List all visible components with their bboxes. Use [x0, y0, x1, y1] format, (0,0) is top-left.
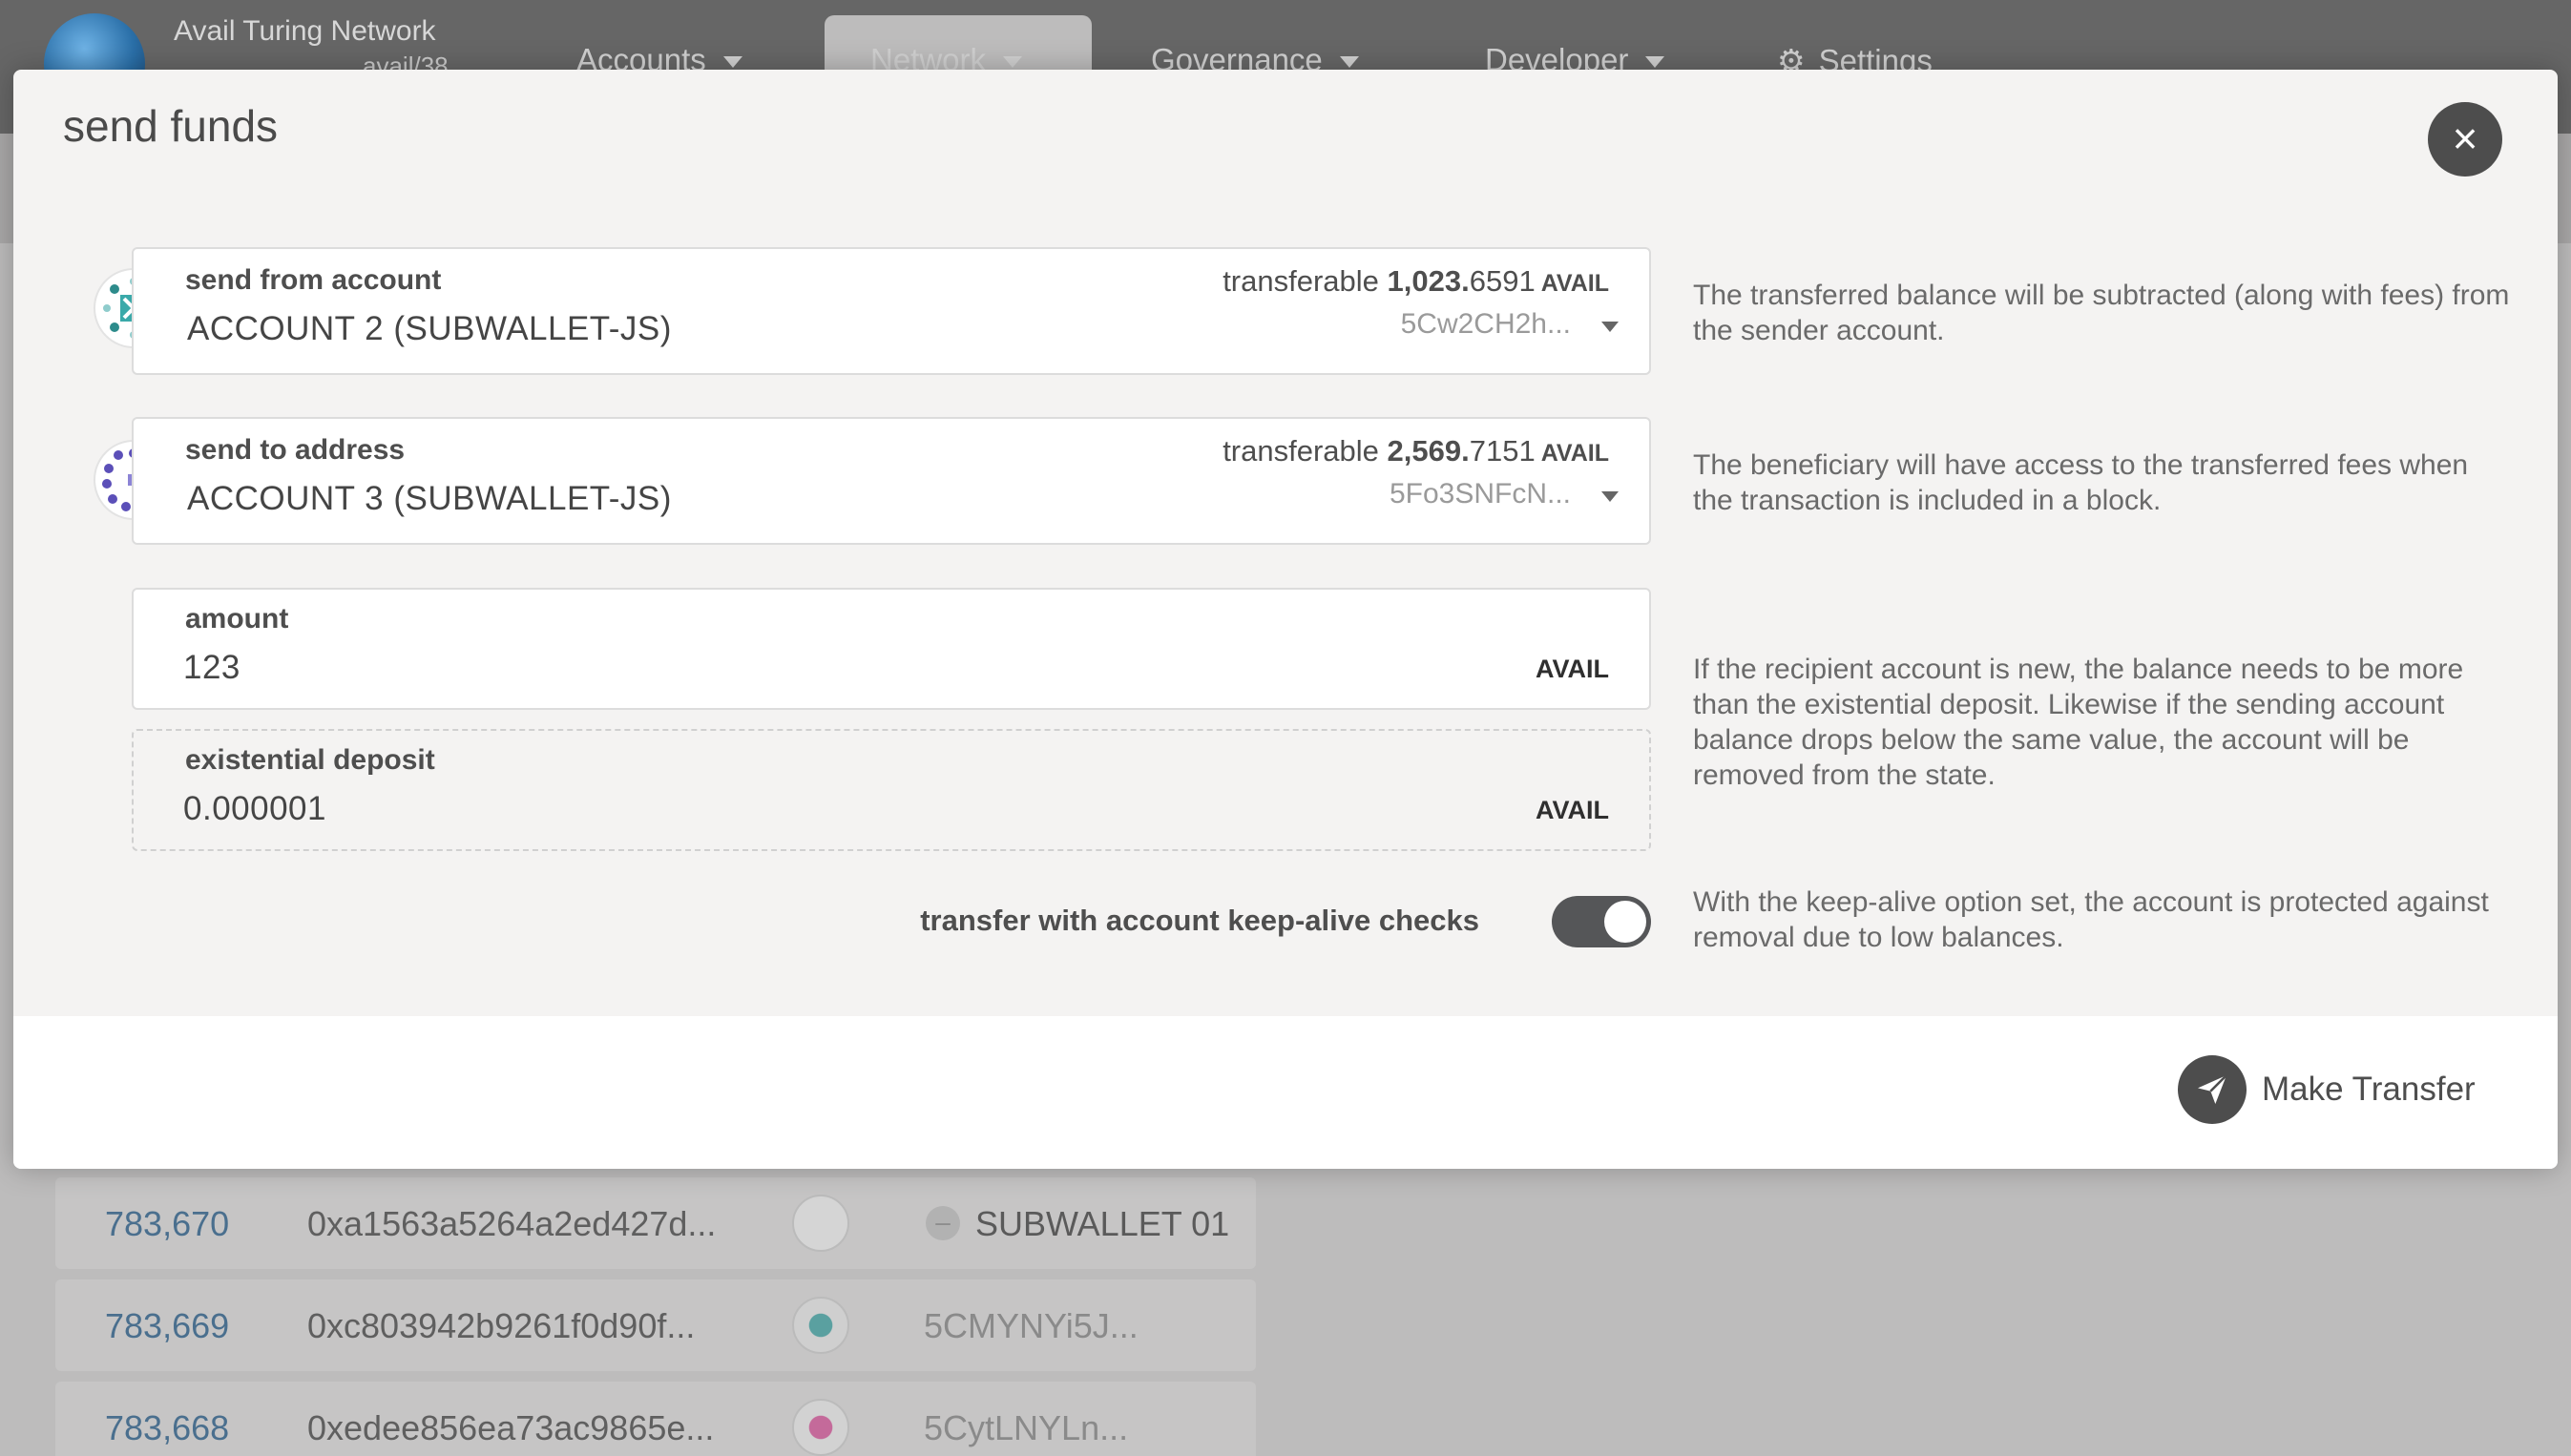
keep-alive-toggle[interactable]: [1552, 896, 1651, 947]
transferable-dec: 6591: [1469, 264, 1536, 298]
sender-account-name: ACCOUNT 2 (SUBWALLET-JS): [187, 310, 672, 347]
keep-alive-help-text: With the keep-alive option set, the acco…: [1693, 886, 2489, 953]
chain-name: Avail Turing Network: [174, 15, 436, 47]
sender-help-text: The transferred balance will be subtract…: [1693, 280, 2510, 346]
recipient-account-select[interactable]: send to address ACCOUNT 3 (SUBWALLET-JS)…: [132, 417, 1651, 545]
recipient-account-name: ACCOUNT 3 (SUBWALLET-JS): [187, 480, 672, 517]
make-transfer-button[interactable]: Make Transfer: [2178, 1054, 2476, 1125]
chevron-down-icon: [1645, 56, 1665, 69]
chevron-down-icon[interactable]: [1601, 491, 1619, 502]
extrinsic-hash: 0xedee856ea73ac9865e...: [307, 1408, 715, 1447]
sender-address: 5Cw2CH2h...: [1400, 308, 1571, 340]
close-icon: ×: [2452, 114, 2478, 163]
account-address[interactable]: 5CMYNYi5J...: [924, 1306, 1139, 1346]
existential-deposit-label: existential deposit: [185, 744, 435, 776]
chevron-down-icon: [1003, 56, 1023, 69]
send-funds-modal: send funds × send from account ACCOUNT 2…: [13, 70, 2558, 1169]
identicon-icon: [792, 1297, 849, 1354]
recipient-label: send to address: [185, 434, 406, 466]
sender-label: send from account: [185, 264, 442, 296]
close-button[interactable]: ×: [2428, 102, 2502, 177]
transferable-dec: 7151: [1469, 434, 1536, 468]
table-row[interactable]: 783,670 0xa1563a5264a2ed427d... – SUBWAL…: [55, 1177, 1256, 1269]
existential-deposit-unit: AVAIL: [1536, 796, 1609, 824]
block-number[interactable]: 783,668: [105, 1408, 229, 1448]
amount-input[interactable]: amount 123 AVAIL: [132, 588, 1651, 710]
table-row[interactable]: 783,669 0xc803942b9261f0d90f... 5CMYNYi5…: [55, 1279, 1256, 1371]
transferable-unit: AVAIL: [1540, 270, 1609, 297]
amount-value[interactable]: 123: [183, 649, 240, 687]
transferable-unit: AVAIL: [1540, 440, 1609, 467]
account-name[interactable]: SUBWALLET 01: [975, 1204, 1229, 1244]
modal-title: send funds: [63, 101, 279, 151]
chevron-down-icon: [1339, 56, 1359, 69]
sender-account-select[interactable]: send from account ACCOUNT 2 (SUBWALLET-J…: [132, 247, 1651, 375]
recipient-address: 5Fo3SNFcN...: [1389, 478, 1571, 510]
existential-deposit-help-text: If the recipient account is new, the bal…: [1693, 654, 2464, 791]
existential-deposit-field: existential deposit 0.000001 AVAIL: [132, 729, 1651, 851]
transferable-int: 1,023.: [1387, 264, 1470, 298]
table-row[interactable]: 783,668 0xedee856ea73ac9865e... 5CytLNYL…: [55, 1382, 1256, 1456]
amount-unit: AVAIL: [1536, 655, 1609, 683]
identicon-icon: [792, 1399, 849, 1456]
minus-icon: –: [926, 1206, 960, 1240]
extrinsic-hash: 0xc803942b9261f0d90f...: [307, 1306, 696, 1345]
modal-footer: Make Transfer: [13, 1016, 2558, 1169]
block-number[interactable]: 783,670: [105, 1204, 229, 1244]
sender-transferable: transferable 1,023.6591 AVAIL: [1223, 264, 1609, 299]
paper-plane-icon: [2178, 1055, 2247, 1124]
identicon-icon: [792, 1195, 849, 1252]
keep-alive-label: transfer with account keep-alive checks: [920, 904, 1479, 937]
amount-label: amount: [185, 603, 289, 634]
recipient-help-text: The beneficiary will have access to the …: [1693, 449, 2469, 516]
chevron-down-icon: [722, 56, 742, 69]
transferable-label: transferable: [1223, 264, 1379, 298]
account-address[interactable]: 5CytLNYLn...: [924, 1408, 1128, 1448]
block-number[interactable]: 783,669: [105, 1306, 229, 1346]
transferable-int: 2,569.: [1387, 434, 1470, 468]
existential-deposit-value: 0.000001: [183, 790, 326, 827]
extrinsic-hash: 0xa1563a5264a2ed427d...: [307, 1204, 717, 1243]
chevron-down-icon[interactable]: [1601, 322, 1619, 332]
transferable-label: transferable: [1223, 434, 1379, 468]
make-transfer-label: Make Transfer: [2262, 1071, 2476, 1108]
recipient-transferable: transferable 2,569.7151 AVAIL: [1223, 434, 1609, 468]
toggle-knob: [1604, 901, 1646, 943]
